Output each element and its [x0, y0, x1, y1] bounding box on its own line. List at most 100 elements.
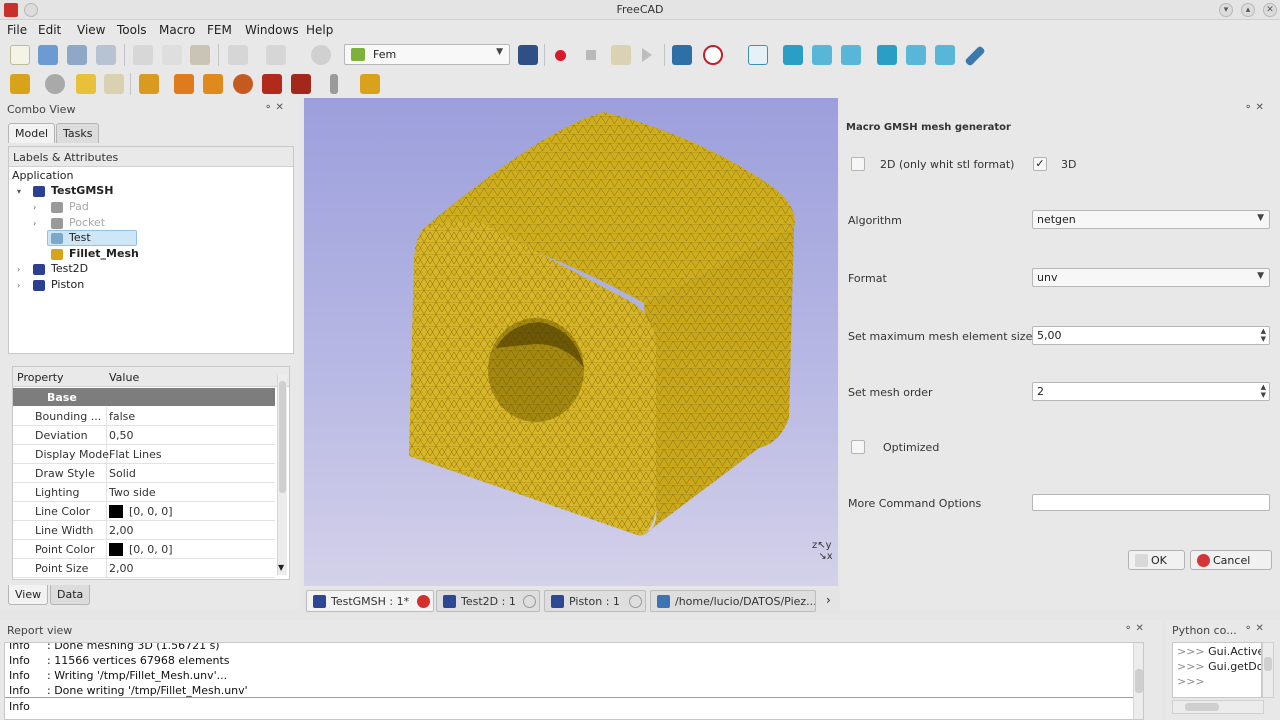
property-row[interactable]: Draw Style Solid	[13, 464, 275, 483]
ok-button[interactable]: OK	[1128, 550, 1185, 570]
menu-edit[interactable]: Edit	[38, 23, 61, 37]
macro-stop-icon[interactable]	[586, 50, 596, 60]
tab-data[interactable]: Data	[50, 585, 91, 605]
combo-dock-buttons[interactable]: ⚬ ✕	[264, 102, 284, 113]
python-dock-buttons[interactable]: ⚬ ✕	[1244, 623, 1264, 634]
tree-item-piston[interactable]: Piston	[51, 277, 84, 293]
tree-item-pocket[interactable]: Pocket	[69, 215, 105, 231]
menu-windows[interactable]: Windows	[245, 23, 299, 37]
whats-this-icon[interactable]	[518, 45, 538, 65]
new-document-icon[interactable]	[10, 45, 30, 65]
doc-tab-testgmsh[interactable]: TestGMSH : 1*	[306, 590, 434, 612]
spin-arrows-icon[interactable]: ▲ ▼	[1261, 327, 1266, 343]
fit-all-icon[interactable]	[672, 45, 692, 65]
tree-item-pad[interactable]: Pad	[69, 199, 89, 215]
checkbox-optimized[interactable]	[851, 440, 865, 454]
fem-purge-icon[interactable]	[330, 74, 338, 94]
scrollbar-thumb[interactable]	[1185, 703, 1219, 711]
cancel-button[interactable]: Cancel	[1190, 550, 1272, 570]
fem-constraint-pressure-icon[interactable]	[203, 74, 223, 94]
fem-analysis-icon[interactable]	[10, 74, 30, 94]
menu-fem[interactable]: FEM	[207, 23, 232, 37]
tree-item-fillet-mesh[interactable]: Fillet_Mesh	[69, 246, 139, 262]
save-as-icon[interactable]	[96, 45, 116, 65]
fem-shape-icon[interactable]	[104, 74, 124, 94]
expand-arrow-icon[interactable]: ›	[17, 281, 20, 290]
view-top-icon[interactable]	[812, 45, 832, 65]
doc-tab-test2d[interactable]: Test2D : 1	[436, 590, 540, 612]
tab-tasks[interactable]: Tasks	[56, 123, 100, 143]
macro-record-icon[interactable]	[555, 50, 566, 61]
menu-help[interactable]: Help	[306, 23, 333, 37]
close-tab-icon[interactable]	[417, 595, 430, 608]
scrollbar-thumb[interactable]	[279, 381, 286, 493]
close-tab-icon[interactable]	[629, 595, 642, 608]
property-row[interactable]: Deviation 0,50	[13, 426, 275, 445]
macro-edit-icon[interactable]	[611, 45, 631, 65]
save-icon[interactable]	[67, 45, 87, 65]
menu-file[interactable]: File	[7, 23, 27, 37]
checkbox-2d[interactable]	[851, 157, 865, 171]
scrollbar-thumb[interactable]	[1264, 657, 1272, 671]
copy-icon[interactable]	[162, 45, 182, 65]
expand-arrow-icon[interactable]: ›	[33, 219, 36, 228]
tab-scroll-right-icon[interactable]: ›	[826, 593, 831, 607]
fem-material-icon[interactable]	[76, 74, 96, 94]
property-row[interactable]: Lighting Two side	[13, 483, 275, 502]
expand-arrow-icon[interactable]: ›	[33, 203, 36, 212]
fem-run-icon[interactable]	[262, 74, 282, 94]
expand-arrow-icon[interactable]: ›	[17, 265, 20, 274]
property-row[interactable]: Point Color [0, 0, 0]	[13, 540, 275, 559]
view-bottom-icon[interactable]	[906, 45, 926, 65]
tab-view[interactable]: View	[8, 585, 49, 605]
menu-tools[interactable]: Tools	[117, 23, 147, 37]
maximize-button[interactable]: ▴	[1241, 3, 1255, 17]
view-right-icon[interactable]	[841, 45, 861, 65]
scrollbar-thumb[interactable]	[1135, 669, 1143, 693]
fem-constraint-force-icon[interactable]	[174, 74, 194, 94]
property-row[interactable]: Line Width 2,00	[13, 521, 275, 540]
collapse-arrow-icon[interactable]: ▾	[17, 187, 21, 196]
max-size-spinbox[interactable]: 5,00 ▲ ▼	[1032, 326, 1270, 345]
undo-icon[interactable]	[228, 45, 248, 65]
tree-item-test2d[interactable]: Test2D	[51, 261, 88, 277]
python-vscrollbar[interactable]	[1262, 642, 1274, 698]
report-scrollbar[interactable]	[1133, 643, 1143, 719]
menu-macro[interactable]: Macro	[159, 23, 195, 37]
close-tab-icon[interactable]	[523, 595, 536, 608]
macro-execute-icon[interactable]	[642, 48, 652, 62]
view-left-icon[interactable]	[935, 45, 955, 65]
more-options-input[interactable]	[1032, 494, 1270, 511]
minimize-button[interactable]: ▾	[1219, 3, 1233, 17]
paste-icon[interactable]	[190, 45, 210, 65]
property-row[interactable]: Bounding ... false	[13, 407, 275, 426]
python-console[interactable]: >>> Gui.Active( >>> Gui.getDoc >>>	[1172, 642, 1262, 698]
python-hscrollbar[interactable]	[1172, 700, 1264, 714]
fem-mesh-icon[interactable]	[45, 74, 65, 94]
measure-distance-icon[interactable]	[964, 45, 986, 67]
checkbox-3d[interactable]: ✓	[1033, 157, 1047, 171]
close-window-button[interactable]: ✕	[1263, 3, 1277, 17]
tree-item-testgmsh[interactable]: TestGMSH	[51, 183, 113, 199]
format-select[interactable]: unv ▼	[1032, 268, 1270, 287]
fem-gmsh-macro-icon[interactable]	[360, 74, 380, 94]
workbench-selector[interactable]: Fem ▼	[344, 44, 510, 65]
property-scrollbar[interactable]: ▼	[277, 375, 287, 575]
doc-tab-python-file[interactable]: /home/lucio/DATOS/Piez...	[650, 590, 816, 612]
property-row[interactable]: Line Color [0, 0, 0]	[13, 502, 275, 521]
tree-root-application[interactable]: Application	[12, 168, 73, 184]
open-folder-icon[interactable]	[38, 45, 58, 65]
fem-results-icon[interactable]	[291, 74, 311, 94]
doc-tab-piston[interactable]: Piston : 1	[544, 590, 646, 612]
view-rear-icon[interactable]	[877, 45, 897, 65]
redo-icon[interactable]	[266, 45, 286, 65]
fem-solver-icon[interactable]	[233, 74, 253, 94]
view-front-icon[interactable]	[783, 45, 803, 65]
refresh-icon[interactable]	[311, 45, 331, 65]
view-isometric-icon[interactable]	[748, 45, 768, 65]
tab-model[interactable]: Model	[8, 123, 56, 143]
property-group-base[interactable]: Base	[13, 388, 275, 406]
draw-style-icon[interactable]	[703, 45, 723, 65]
scroll-down-icon[interactable]: ▼	[278, 563, 284, 572]
algorithm-select[interactable]: netgen ▼	[1032, 210, 1270, 229]
